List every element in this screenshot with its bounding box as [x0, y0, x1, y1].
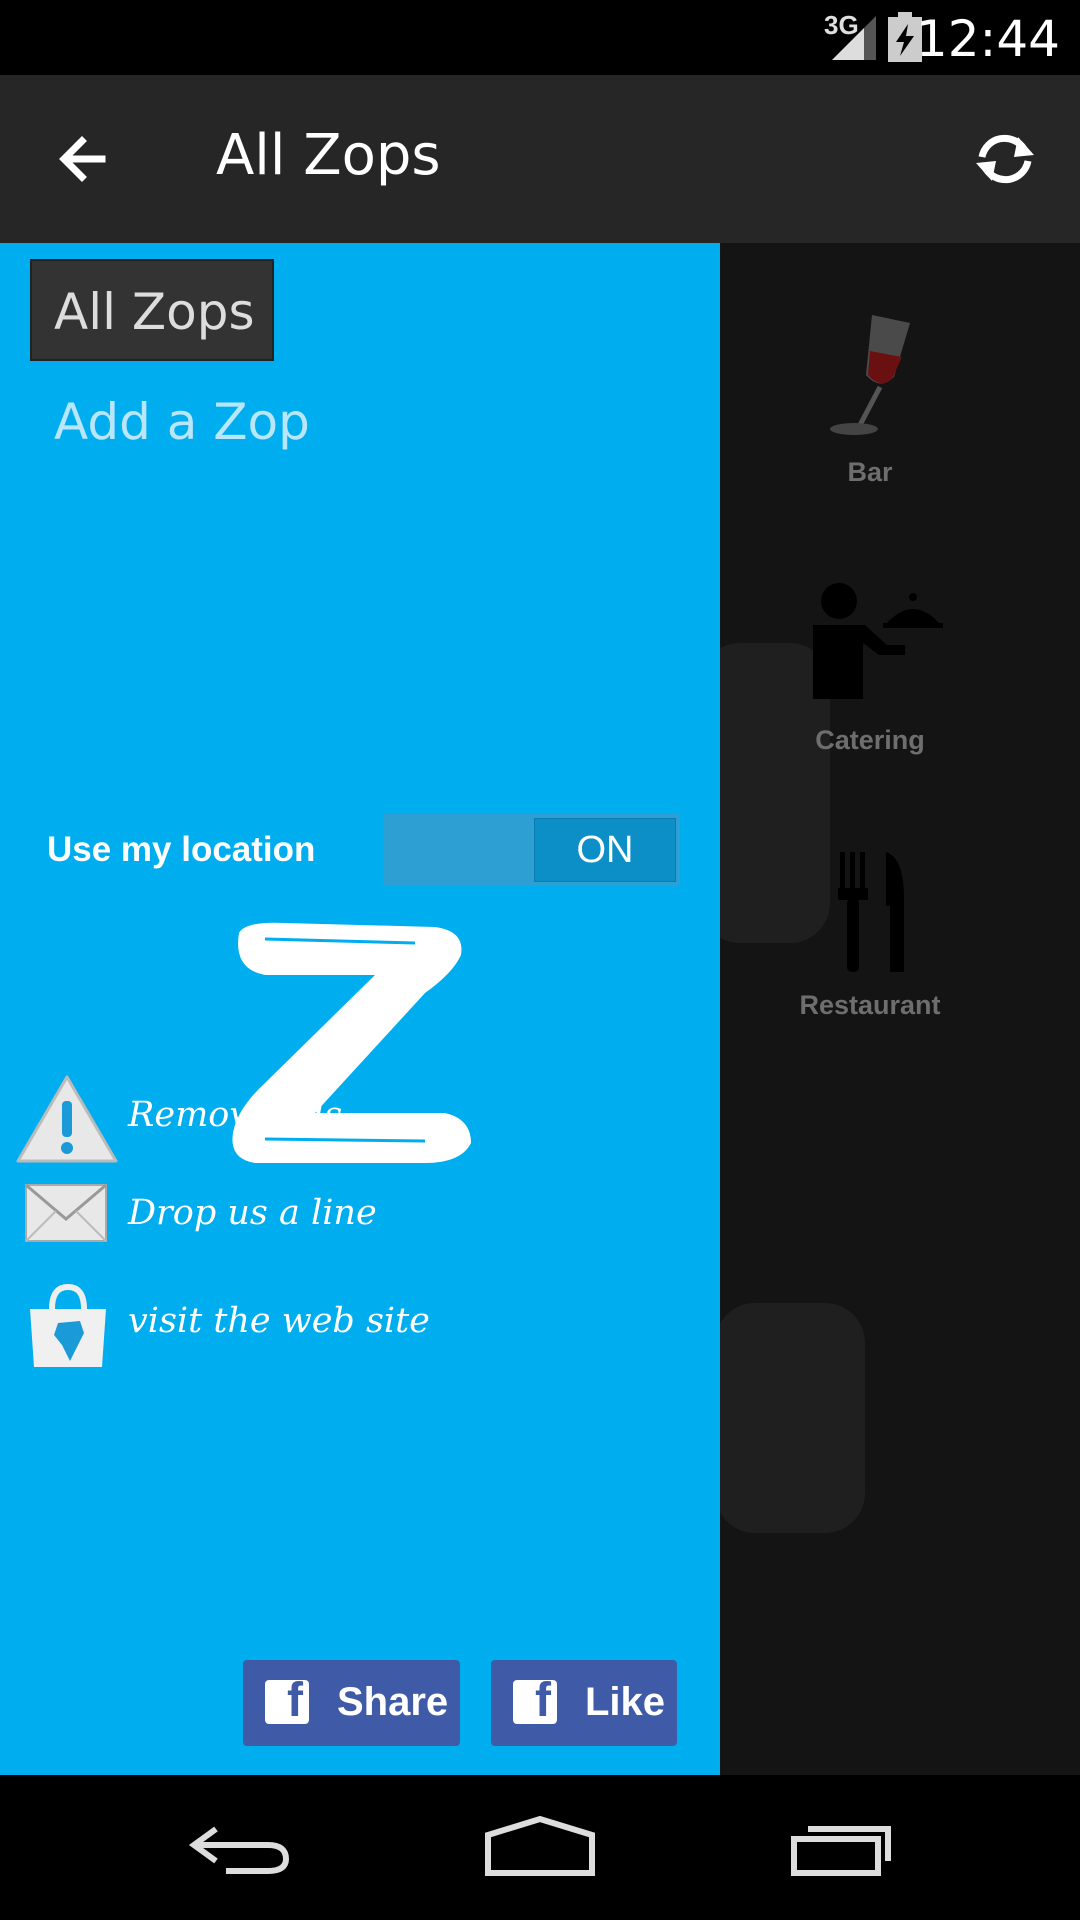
- facebook-like-button[interactable]: f Like: [491, 1660, 677, 1746]
- system-nav-bar: [0, 1775, 1080, 1920]
- nav-item-add-a-zop[interactable]: Add a Zop: [54, 393, 310, 451]
- navigation-drawer: All Zops Add a Zop Use my location ON Re…: [0, 243, 720, 1775]
- like-label: Like: [585, 1680, 666, 1724]
- wine-glass-icon: [830, 315, 910, 435]
- remove-ads-link[interactable]: Remove ads: [0, 1065, 720, 1165]
- link-label: Drop us a line: [128, 1193, 377, 1233]
- category-label: Bar: [847, 457, 893, 487]
- toggle-state: ON: [534, 818, 676, 882]
- home-icon[interactable]: [484, 1815, 596, 1879]
- contact-link[interactable]: Drop us a line: [0, 1171, 720, 1271]
- fork-knife-icon: [838, 852, 904, 972]
- category-label: Catering: [815, 725, 925, 755]
- nav-item-all-zops[interactable]: All Zops: [30, 259, 274, 361]
- nav-item-label: All Zops: [54, 283, 255, 341]
- warning-icon: [16, 1075, 118, 1163]
- back-arrow-icon[interactable]: [52, 127, 116, 191]
- category-label: Restaurant: [799, 990, 941, 1020]
- action-bar: All Zops: [0, 75, 1080, 243]
- envelope-icon: [25, 1183, 107, 1242]
- category-bar[interactable]: Bar: [720, 305, 1020, 488]
- back-icon[interactable]: [186, 1815, 296, 1879]
- clock: 12:44: [915, 10, 1060, 68]
- category-restaurant[interactable]: Restaurant: [720, 848, 1020, 1021]
- link-label: Remove ads: [128, 1095, 343, 1135]
- location-toggle[interactable]: ON: [383, 814, 680, 886]
- recent-apps-icon[interactable]: [790, 1815, 896, 1879]
- refresh-icon[interactable]: [970, 127, 1040, 191]
- share-label: Share: [337, 1680, 449, 1724]
- background-shape: [715, 1303, 865, 1533]
- location-label: Use my location: [47, 830, 316, 869]
- waiter-icon: [813, 583, 943, 699]
- signal-icon: [832, 16, 876, 60]
- link-label: visit the web site: [128, 1301, 430, 1341]
- category-catering[interactable]: Catering: [720, 583, 1020, 756]
- page-title: All Zops: [216, 123, 441, 188]
- facebook-icon: f: [265, 1674, 309, 1727]
- status-bar: 3G 12:44: [0, 0, 1080, 75]
- website-link[interactable]: visit the web site: [0, 1273, 720, 1373]
- facebook-icon: f: [513, 1674, 557, 1727]
- facebook-share-button[interactable]: f Share: [243, 1660, 460, 1746]
- shopping-bag-icon: [30, 1283, 106, 1367]
